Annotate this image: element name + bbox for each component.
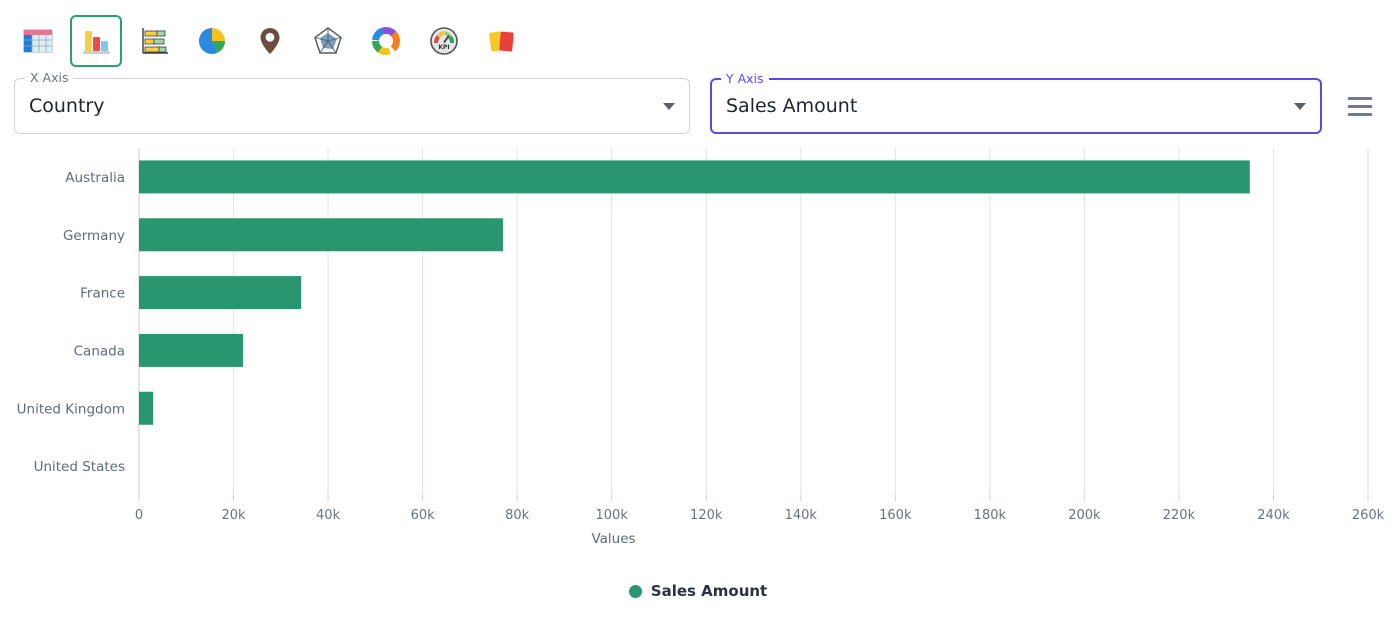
x-axis-value: Country: [29, 95, 105, 117]
x-axis-title: Values: [591, 531, 635, 547]
hamburger-line: [1348, 104, 1372, 108]
chart-bar[interactable]: [139, 276, 302, 310]
x-axis-select[interactable]: X Axis Country: [14, 71, 690, 134]
chart-type-map-chart[interactable]: [244, 15, 296, 67]
x-axis-tick-label: 100k: [596, 508, 629, 523]
chart-type-radar-chart[interactable]: [302, 15, 354, 67]
table-chart-icon: [21, 24, 55, 58]
chevron-down-icon: [1294, 102, 1306, 110]
y-axis-category-label: Canada: [74, 343, 125, 359]
hamburger-line: [1348, 96, 1372, 100]
x-axis-tick-label: 220k: [1163, 508, 1196, 523]
x-axis-label: X Axis: [25, 71, 74, 85]
chart-container: 0 20k 40k 60k 80k 100k 120k 140k 160k 180k 200k 220…: [0, 140, 1396, 610]
pie-chart-icon: [195, 24, 229, 58]
chart-bar[interactable]: [139, 333, 243, 367]
y-axis-category-label: Germany: [63, 228, 125, 244]
x-axis-tick-label: 160k: [879, 508, 912, 523]
x-axis-tick-label: 200k: [1068, 508, 1101, 523]
y-axis-category-label: United Kingdom: [17, 401, 125, 417]
chevron-down-icon: [663, 102, 675, 110]
y-axis-select[interactable]: Y Axis Sales Amount: [710, 72, 1322, 134]
x-axis-tick-label: 80k: [505, 508, 530, 523]
chart-bar[interactable]: [139, 160, 1250, 194]
chart-legend: Sales Amount: [0, 582, 1396, 600]
y-axis-category-label: United States: [34, 459, 125, 475]
svg-text:KPI: KPI: [438, 44, 449, 51]
y-axis-category-label: Australia: [65, 170, 125, 186]
x-axis-tick-label: 120k: [690, 508, 723, 523]
donut-chart-icon: [369, 24, 403, 58]
chart-type-table-chart[interactable]: [12, 15, 64, 67]
x-axis-tick-label: 140k: [785, 508, 818, 523]
radar-chart-icon: [311, 24, 345, 58]
chart-type-column-chart[interactable]: [70, 15, 122, 67]
column-chart-icon: [79, 24, 113, 58]
x-axis-tick-label: 260k: [1352, 508, 1385, 523]
chart-type-kpi-gauge[interactable]: KPI: [418, 15, 470, 67]
x-axis-tick-label: 0: [135, 508, 143, 523]
legend-color-swatch: [628, 584, 642, 598]
x-axis-tick-label: 240k: [1257, 508, 1290, 523]
chart-type-card-chart[interactable]: [476, 15, 528, 67]
legend-entry-label: Sales Amount: [650, 582, 768, 600]
y-axis-category-label: France: [80, 286, 125, 302]
x-axis-tick-label: 40k: [316, 508, 341, 523]
x-axis-tick-label: 60k: [411, 508, 436, 523]
y-axis-value: Sales Amount: [726, 95, 858, 117]
chart-type-bar-chart[interactable]: [128, 15, 180, 67]
bar-chart-icon: [137, 24, 171, 58]
hamburger-line: [1348, 112, 1372, 116]
axis-controls-row: X Axis Country Y Axis Sales Amount: [0, 71, 1396, 140]
chart-type-pie-chart[interactable]: [186, 15, 238, 67]
chart-options-menu-button[interactable]: [1340, 78, 1380, 134]
map-pin-icon: [253, 24, 287, 58]
x-axis-tick-label: 20k: [221, 508, 246, 523]
kpi-gauge-icon: KPI: [427, 24, 461, 58]
chart-type-toolbar: KPI: [0, 0, 1396, 78]
chart-type-donut-chart[interactable]: [360, 15, 412, 67]
y-axis-label: Y Axis: [721, 72, 769, 86]
bar-chart-canvas[interactable]: 0 20k 40k 60k 80k 100k 120k 140k 160k 180k 200k 220…: [0, 140, 1396, 570]
x-axis-tick-label: 180k: [974, 508, 1007, 523]
chart-bar[interactable]: [139, 218, 503, 252]
chart-bar[interactable]: [139, 391, 154, 425]
card-chart-icon: [485, 24, 519, 58]
